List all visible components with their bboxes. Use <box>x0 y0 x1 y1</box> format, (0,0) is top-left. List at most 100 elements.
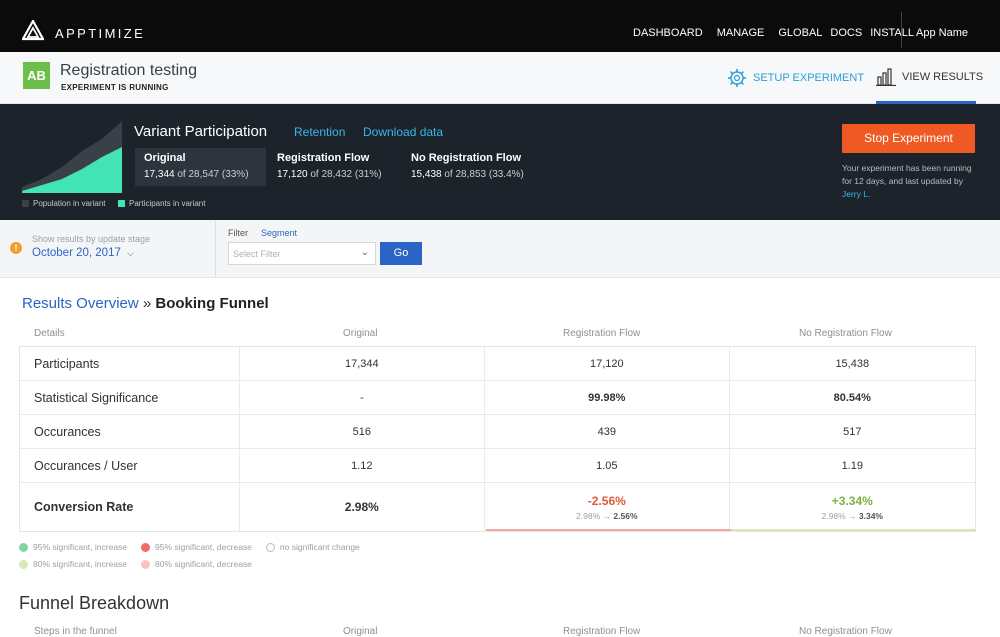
row-label: Occurances <box>20 415 240 448</box>
table-row: Statistical Significance - 99.98% 80.54% <box>20 381 975 415</box>
variant-count: 17,344 <box>144 169 175 180</box>
variant-original[interactable]: Original 17,344 of 28,547 (33%) <box>135 148 266 186</box>
view-results-tab[interactable]: VIEW RESULTS <box>876 68 983 86</box>
conversion-detail: 2.98% → 2.56% <box>576 511 637 521</box>
cell-no-registration-flow: 1.19 <box>841 459 863 472</box>
variant-registration-flow[interactable]: Registration Flow 17,120 of 28,432 (31%) <box>277 152 382 190</box>
cell-no-registration-flow: 517 <box>843 425 862 438</box>
note-user-link[interactable]: Jerry L. <box>842 189 870 199</box>
funnel-col-header-steps: Steps in the funnel <box>34 626 117 637</box>
increase-indicator-bar <box>731 529 976 531</box>
results-table: Participants 17,344 17,120 15,438 Statis… <box>19 346 976 532</box>
legend-participants-label: Participants in variant <box>129 199 206 208</box>
experiment-status: EXPERIMENT IS RUNNING <box>61 83 169 92</box>
legend-95-increase: 95% significant, increase <box>19 542 127 552</box>
view-results-label: VIEW RESULTS <box>902 71 984 83</box>
breadcrumb-current: Booking Funnel <box>155 295 269 312</box>
variant-count: 15,438 <box>411 169 442 180</box>
table-row: Occurances / User 1.12 1.05 1.19 <box>20 449 975 483</box>
segment-link[interactable]: Segment <box>261 228 297 238</box>
nav-manage[interactable]: MANAGE <box>717 27 765 39</box>
arrow-right-icon: → <box>848 510 857 521</box>
nav-dashboard[interactable]: DASHBOARD <box>633 27 703 39</box>
legend-label: no significant change <box>279 542 360 552</box>
conversion-rate-row: Conversion Rate 2.98% -2.56% 2.98% → 2.5… <box>20 483 975 531</box>
experiment-title: Registration testing <box>60 62 197 79</box>
conversion-change: +3.34% <box>831 493 873 508</box>
cell-registration-flow: 1.05 <box>485 449 730 482</box>
setup-experiment-tab[interactable]: SETUP EXPERIMENT <box>727 68 864 88</box>
legend-95-decrease: 95% significant, decrease <box>141 542 252 552</box>
legend-80-decrease: 80% significant, decrease <box>141 559 252 569</box>
legend-dot <box>141 542 151 552</box>
retention-link[interactable]: Retention <box>294 125 345 139</box>
conversion-from: 2.98% <box>821 510 846 521</box>
filter-select-placeholder: Select Filter <box>233 249 281 259</box>
table-row: Occurances 516 439 517 <box>20 415 975 449</box>
app-name-label: App Name <box>916 27 968 39</box>
conversion-to: 3.34% <box>858 510 883 521</box>
legend-population-label: Population in variant <box>33 199 106 208</box>
funnel-col-header-no-registration-flow: No Registration Flow <box>799 626 892 637</box>
legend-dot <box>19 559 28 569</box>
variant-name: No Registration Flow <box>411 152 521 164</box>
population-swatch <box>22 200 29 207</box>
arrow-right-icon: → <box>602 510 612 521</box>
conversion-change: -2.56% <box>587 493 626 508</box>
cell-no-registration-flow: +3.34% 2.98% → 3.34% <box>730 483 975 531</box>
cell-original: - <box>240 381 486 414</box>
note-text: Your experiment has been running for 12 … <box>842 163 972 186</box>
significance-legend-row-1: 95% significant, increase 95% significan… <box>19 542 374 552</box>
legend-dot <box>141 559 151 569</box>
funnel-breakdown-title: Funnel Breakdown <box>19 593 170 613</box>
legend-no-change: no significant change <box>265 542 360 552</box>
cell-registration-flow: -2.56% 2.98% → 2.56% <box>485 483 730 531</box>
nav-docs[interactable]: DOCS <box>830 27 862 39</box>
ab-badge: AB <box>23 62 50 89</box>
results-breadcrumb: Results Overview » Booking Funnel <box>22 295 269 312</box>
col-header-no-registration-flow: No Registration Flow <box>799 328 892 339</box>
cell-original: 516 <box>240 415 486 448</box>
table-row: Participants 17,344 17,120 15,438 <box>20 347 975 381</box>
participation-area-chart <box>22 121 122 193</box>
conversion-to: 2.56% <box>613 510 638 521</box>
warning-icon: ! <box>10 242 22 254</box>
row-label: Statistical Significance <box>20 381 240 414</box>
download-data-link[interactable]: Download data <box>363 125 443 139</box>
cell-registration-flow: 17,120 <box>485 347 730 380</box>
col-header-original: Original <box>343 328 378 339</box>
stop-experiment-button[interactable]: Stop Experiment <box>842 124 975 153</box>
app-switcher[interactable]: App Name <box>914 27 968 39</box>
stage-dropdown[interactable]: October 20, 2017 ⌵ <box>32 247 134 259</box>
legend-label: 95% significant, increase <box>33 542 128 552</box>
variant-name: Original <box>144 152 186 164</box>
variant-name: Registration Flow <box>277 152 370 164</box>
legend-80-increase: 80% significant, increase <box>19 559 127 569</box>
cell-registration-flow: 439 <box>485 415 730 448</box>
chevron-down-icon: ⌄ <box>360 247 369 258</box>
nav-global[interactable]: GLOBAL <box>778 27 822 39</box>
stage-value: October 20, 2017 <box>32 247 121 259</box>
participation-title: Variant Participation <box>134 123 268 140</box>
filter-select[interactable]: Select Filter ⌄ <box>228 242 376 265</box>
row-label: Conversion Rate <box>20 483 240 531</box>
row-label: Participants <box>20 347 240 380</box>
variant-count: 17,120 <box>277 169 308 180</box>
cell-original: 2.98% <box>240 483 486 531</box>
nav-install[interactable]: INSTALL <box>870 27 914 39</box>
brand-name[interactable]: APPTIMIZE <box>55 26 145 41</box>
breadcrumb-results-overview[interactable]: Results Overview <box>22 295 139 312</box>
row-label: Occurances / User <box>20 449 240 482</box>
apptimize-logo-icon[interactable] <box>22 20 44 42</box>
go-button[interactable]: Go <box>380 242 422 265</box>
conversion-from: 2.98% <box>576 510 601 521</box>
variant-share: of 28,547 (33%) <box>177 169 249 180</box>
setup-experiment-label: SETUP EXPERIMENT <box>753 72 865 84</box>
legend-label: 95% significant, decrease <box>155 542 252 552</box>
experiment-header: AB Registration testing EXPERIMENT IS RU… <box>0 52 1000 104</box>
legend-label: 80% significant, increase <box>33 559 128 569</box>
nav-divider <box>901 12 902 48</box>
conversion-detail: 2.98% → 3.34% <box>822 511 883 521</box>
variant-no-registration-flow[interactable]: No Registration Flow 15,438 of 28,853 (3… <box>411 152 524 190</box>
funnel-col-header-registration-flow: Registration Flow <box>563 626 641 637</box>
